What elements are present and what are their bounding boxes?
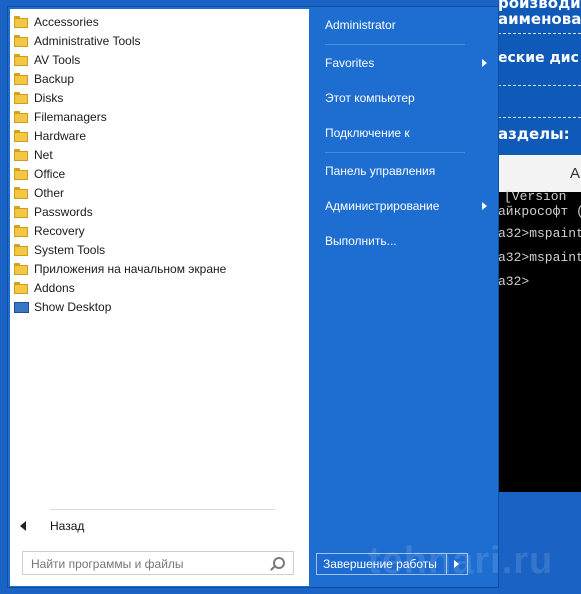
program-item[interactable]: Passwords <box>10 203 306 222</box>
favorites-label: Favorites <box>325 56 375 70</box>
program-label: Passwords <box>34 205 93 219</box>
program-item[interactable]: Recovery <box>10 222 306 241</box>
run-item[interactable]: Выполнить... <box>325 229 497 253</box>
user-name: Administrator <box>325 18 396 32</box>
console-title: А <box>570 165 581 182</box>
divider <box>325 152 465 153</box>
connect-to-label: Подключение к <box>325 126 410 140</box>
folder-icon <box>14 168 28 180</box>
program-label: Office <box>34 167 66 181</box>
administration-label: Администрирование <box>325 199 440 213</box>
search-icon[interactable] <box>273 557 285 569</box>
background-window: роизводит аименован еские дис азделы: А … <box>498 0 581 594</box>
program-item[interactable]: Backup <box>10 70 306 89</box>
program-label: Addons <box>34 281 75 295</box>
program-item[interactable]: Hardware <box>10 127 306 146</box>
search-box[interactable] <box>22 551 294 575</box>
divider <box>498 85 581 86</box>
program-item[interactable]: Приложения на начальном экране <box>10 260 306 279</box>
program-label: AV Tools <box>34 53 81 67</box>
watermark: tehnari.ru <box>368 540 554 582</box>
program-label: Приложения на начальном экране <box>34 262 227 276</box>
program-item[interactable]: Show Desktop <box>10 298 306 317</box>
user-name-item[interactable]: Administrator <box>325 13 497 37</box>
program-item[interactable]: Addons <box>10 279 306 298</box>
back-arrow-icon <box>20 521 26 531</box>
program-item[interactable]: Administrative Tools <box>10 32 306 51</box>
chevron-right-icon <box>482 202 487 210</box>
console-line: a32>mspaint <box>498 226 581 241</box>
divider <box>325 44 465 45</box>
favorites-item[interactable]: Favorites <box>325 51 497 75</box>
desktop-icon <box>14 302 29 313</box>
program-item[interactable]: AV Tools <box>10 51 306 70</box>
program-label: Filemanagers <box>34 110 107 124</box>
run-label: Выполнить... <box>325 234 397 248</box>
start-menu: Accessories Administrative Tools AV Tools B… <box>7 6 499 588</box>
program-label: Hardware <box>34 129 87 143</box>
folder-icon <box>14 35 28 47</box>
search-input[interactable] <box>29 554 273 574</box>
program-item[interactable]: Disks <box>10 89 306 108</box>
console-line: [Version <box>504 189 567 204</box>
program-item[interactable]: Net <box>10 146 306 165</box>
program-item[interactable]: Accessories <box>10 13 306 32</box>
program-item[interactable]: Other <box>10 184 306 203</box>
divider <box>50 509 275 510</box>
back-button[interactable]: Назад <box>16 515 296 537</box>
folder-icon <box>14 187 28 199</box>
folder-icon <box>14 111 28 123</box>
folder-icon <box>14 244 28 256</box>
console-line: a32> <box>498 274 530 289</box>
folder-icon <box>14 206 28 218</box>
console-line: a32>mspaint <box>498 250 581 265</box>
program-label: Show Desktop <box>34 300 112 314</box>
console-line: айкрософт ( <box>498 204 581 219</box>
folder-icon <box>14 149 28 161</box>
this-computer-item[interactable]: Этот компьютер <box>325 86 497 110</box>
console-window[interactable]: [Version айкрософт ( a32>mspaint a32>msp… <box>498 189 581 492</box>
program-label: Recovery <box>34 224 85 238</box>
program-label: Accessories <box>34 15 99 29</box>
folder-icon <box>14 92 28 104</box>
divider <box>498 117 581 118</box>
divider <box>498 33 581 34</box>
program-label: Other <box>34 186 65 200</box>
administration-item[interactable]: Администрирование <box>325 194 497 218</box>
program-label: Disks <box>34 91 64 105</box>
chevron-right-icon <box>482 59 487 67</box>
right-panel: Administrator Favorites Этот компьютер П… <box>309 7 498 587</box>
programs-panel: Accessories Administrative Tools AV Tools B… <box>10 9 309 586</box>
connect-to-item[interactable]: Подключение к <box>325 121 497 145</box>
background-text-line-3: еские дис <box>498 50 579 66</box>
folder-icon <box>14 73 28 85</box>
program-item[interactable]: Filemanagers <box>10 108 306 127</box>
this-computer-label: Этот компьютер <box>325 91 415 105</box>
program-item[interactable]: System Tools <box>10 241 306 260</box>
program-label: System Tools <box>34 243 106 257</box>
control-panel-item[interactable]: Панель управления <box>325 159 497 183</box>
back-label: Назад <box>50 519 85 533</box>
folder-icon <box>14 282 28 294</box>
program-label: Backup <box>34 72 75 86</box>
background-text-line-2: аименован <box>498 10 581 28</box>
folder-icon <box>14 54 28 66</box>
program-label: Net <box>34 148 53 162</box>
folder-icon <box>14 263 28 275</box>
program-label: Administrative Tools <box>34 34 141 48</box>
folder-icon <box>14 130 28 142</box>
background-text-line-4: азделы: <box>498 125 570 143</box>
control-panel-label: Панель управления <box>325 164 436 178</box>
folder-icon <box>14 225 28 237</box>
console-titlebar[interactable]: А <box>498 155 581 192</box>
folder-icon <box>14 16 28 28</box>
program-item[interactable]: Office <box>10 165 306 184</box>
